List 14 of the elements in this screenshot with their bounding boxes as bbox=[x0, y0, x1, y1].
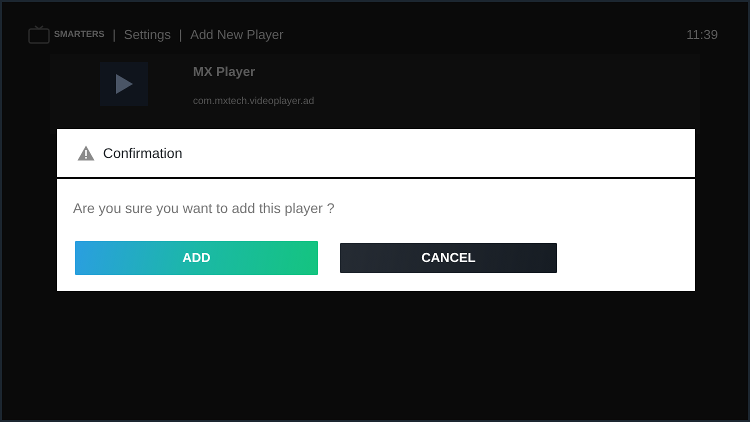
add-button[interactable]: ADD bbox=[75, 241, 318, 275]
player-name: MX Player bbox=[193, 63, 256, 81]
app-logo: SMARTERS bbox=[28, 25, 105, 45]
clock: 11:39 bbox=[686, 26, 718, 44]
breadcrumb-item[interactable]: Settings bbox=[124, 25, 171, 45]
play-icon bbox=[114, 73, 134, 95]
separator: | bbox=[178, 26, 182, 44]
dialog-message: Are you sure you want to add this player ? bbox=[72, 199, 336, 218]
breadcrumb-item[interactable]: Add New Player bbox=[190, 25, 284, 45]
dialog-title: Confirmation bbox=[103, 144, 182, 162]
separator: | bbox=[112, 26, 116, 44]
cancel-button[interactable]: CANCEL bbox=[340, 243, 557, 273]
player-package: com.mxtech.videoplayer.ad bbox=[193, 94, 314, 108]
warning-icon bbox=[77, 145, 95, 161]
